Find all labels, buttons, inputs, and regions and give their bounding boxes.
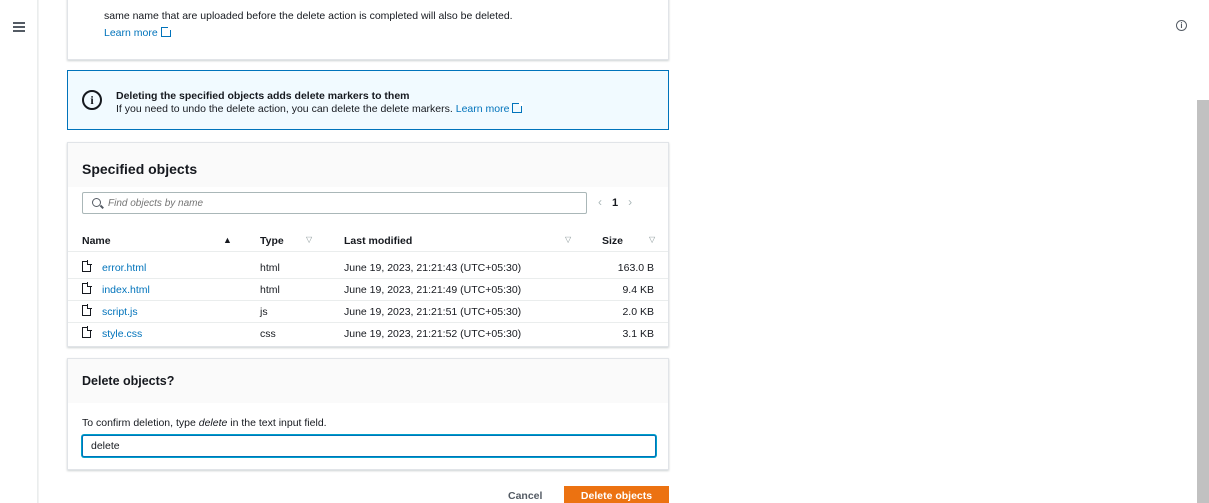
column-header-size[interactable]: Size xyxy=(602,235,623,247)
chevron-right-icon[interactable]: › xyxy=(628,195,632,209)
object-name-link[interactable]: index.html xyxy=(102,284,150,296)
file-icon xyxy=(82,304,92,316)
object-size: 163.0 B xyxy=(617,262,654,274)
column-header-last-modified[interactable]: Last modified xyxy=(344,235,412,247)
panel-title: Delete objects? xyxy=(82,374,175,388)
panel-title: Specified objects xyxy=(82,161,198,177)
object-name-link[interactable]: style.css xyxy=(102,328,142,340)
specified-objects-panel: Specified objects ‹ 1 › Name ▲ Type ▽ Last… xyxy=(67,142,669,347)
cancel-button[interactable]: Cancel xyxy=(508,490,542,502)
object-last-modified: June 19, 2023, 21:21:49 (UTC+05:30) xyxy=(344,284,522,296)
sort-icon[interactable]: ▽ xyxy=(306,235,312,244)
object-type: html xyxy=(260,262,280,274)
sort-icon[interactable]: ▽ xyxy=(565,235,571,244)
file-icon xyxy=(82,282,92,294)
object-size: 2.0 KB xyxy=(622,306,654,318)
column-header-name[interactable]: Name xyxy=(82,235,111,247)
object-type: css xyxy=(260,328,276,340)
object-name-link[interactable]: error.html xyxy=(102,262,146,274)
alert-text: If you need to undo the delete action, y… xyxy=(116,102,524,115)
pagination: ‹ 1 › xyxy=(598,195,632,209)
object-size: 9.4 KB xyxy=(622,284,654,296)
external-link-icon xyxy=(512,102,524,113)
table-row: error.html html June 19, 2023, 21:21:43 … xyxy=(68,257,668,279)
object-last-modified: June 19, 2023, 21:21:51 (UTC+05:30) xyxy=(344,306,522,318)
file-icon xyxy=(82,260,92,272)
table-header: Name ▲ Type ▽ Last modified ▽ Size ▽ xyxy=(68,228,668,252)
chevron-left-icon[interactable]: ‹ xyxy=(598,195,602,209)
menu-icon[interactable] xyxy=(13,22,25,34)
info-icon[interactable]: i xyxy=(1176,20,1187,31)
column-header-type[interactable]: Type xyxy=(260,235,284,247)
learn-more-link[interactable]: Learn more xyxy=(104,26,172,39)
sort-icon[interactable]: ▽ xyxy=(649,235,655,244)
learn-more-link[interactable]: Learn more xyxy=(456,102,524,115)
warning-panel: same name that are uploaded before the d… xyxy=(67,0,669,60)
object-last-modified: June 19, 2023, 21:21:43 (UTC+05:30) xyxy=(344,262,522,274)
external-link-icon xyxy=(160,26,172,37)
object-type: js xyxy=(260,306,268,318)
object-last-modified: June 19, 2023, 21:21:52 (UTC+05:30) xyxy=(344,328,522,340)
table-row: script.js js June 19, 2023, 21:21:51 (UT… xyxy=(68,301,668,323)
object-name-link[interactable]: script.js xyxy=(102,306,138,318)
search-input[interactable] xyxy=(108,196,558,210)
object-type: html xyxy=(260,284,280,296)
info-alert: i Deleting the specified objects adds de… xyxy=(67,70,669,130)
sort-ascending-icon[interactable]: ▲ xyxy=(223,235,232,245)
table-row: index.html html June 19, 2023, 21:21:49 … xyxy=(68,279,668,301)
alert-title: Deleting the specified objects adds dele… xyxy=(116,90,410,102)
left-navigation-rail xyxy=(0,0,38,503)
search-icon xyxy=(92,198,101,207)
table-row: style.css css June 19, 2023, 21:21:52 (U… xyxy=(68,323,668,345)
delete-confirm-panel: Delete objects? To confirm deletion, typ… xyxy=(67,358,669,470)
object-size: 3.1 KB xyxy=(622,328,654,340)
delete-objects-button[interactable]: Delete objects xyxy=(564,486,669,503)
warning-text: same name that are uploaded before the d… xyxy=(104,10,513,22)
page-number[interactable]: 1 xyxy=(612,197,618,209)
confirm-delete-input[interactable] xyxy=(82,435,656,457)
info-icon: i xyxy=(82,90,102,110)
file-icon xyxy=(82,326,92,338)
search-box[interactable] xyxy=(82,192,587,214)
confirm-instruction: To confirm deletion, type delete in the … xyxy=(82,417,327,429)
scrollbar[interactable] xyxy=(1197,100,1209,503)
